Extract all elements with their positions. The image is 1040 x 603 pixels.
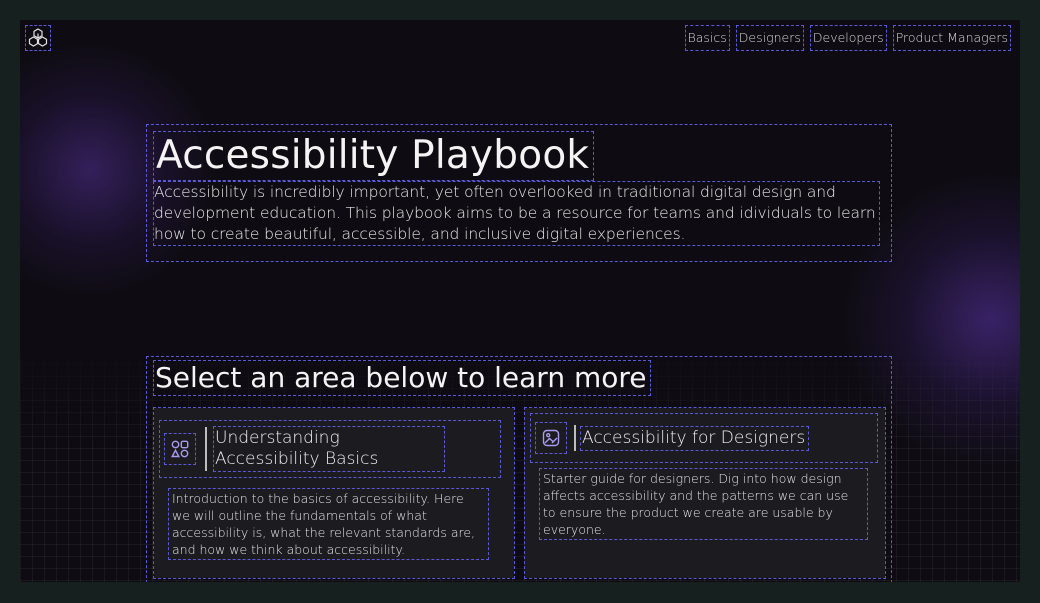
card-header: Accessibility for Designers — [530, 413, 878, 463]
hero-description: Accessibility is incredibly important, y… — [153, 181, 880, 246]
page-frame: Basics Designers Developers Product Mana… — [20, 20, 1020, 582]
page-title: Accessibility Playbook — [152, 131, 595, 181]
nav-link-product-managers[interactable]: Product Managers — [892, 25, 1012, 51]
header-divider — [205, 427, 207, 471]
image-edit-icon — [535, 422, 567, 454]
nav-link-designers[interactable]: Designers — [735, 25, 804, 51]
card-header: Understanding Accessibility Basics — [159, 420, 501, 478]
card-description: Introduction to the basics of accessibil… — [168, 488, 489, 560]
hero-section: Accessibility Playbook Accessibility is … — [146, 124, 892, 262]
nav-link-basics[interactable]: Basics — [684, 25, 730, 51]
logo-icon[interactable] — [25, 25, 51, 51]
card-accessibility-basics[interactable]: Understanding Accessibility Basics Intro… — [153, 407, 515, 579]
card-title: Understanding Accessibility Basics — [213, 426, 445, 472]
areas-section: Select an area below to learn more Under… — [146, 356, 892, 582]
areas-heading: Select an area below to learn more — [153, 360, 651, 396]
shapes-icon — [164, 433, 196, 465]
card-title: Accessibility for Designers — [579, 425, 810, 451]
card-description: Starter guide for designers. Dig into ho… — [539, 468, 868, 540]
top-nav: Basics Designers Developers Product Mana… — [684, 25, 1012, 51]
card-accessibility-designers[interactable]: Accessibility for Designers Starter guid… — [524, 407, 886, 579]
nav-link-developers[interactable]: Developers — [809, 25, 887, 51]
header-divider — [574, 425, 576, 451]
